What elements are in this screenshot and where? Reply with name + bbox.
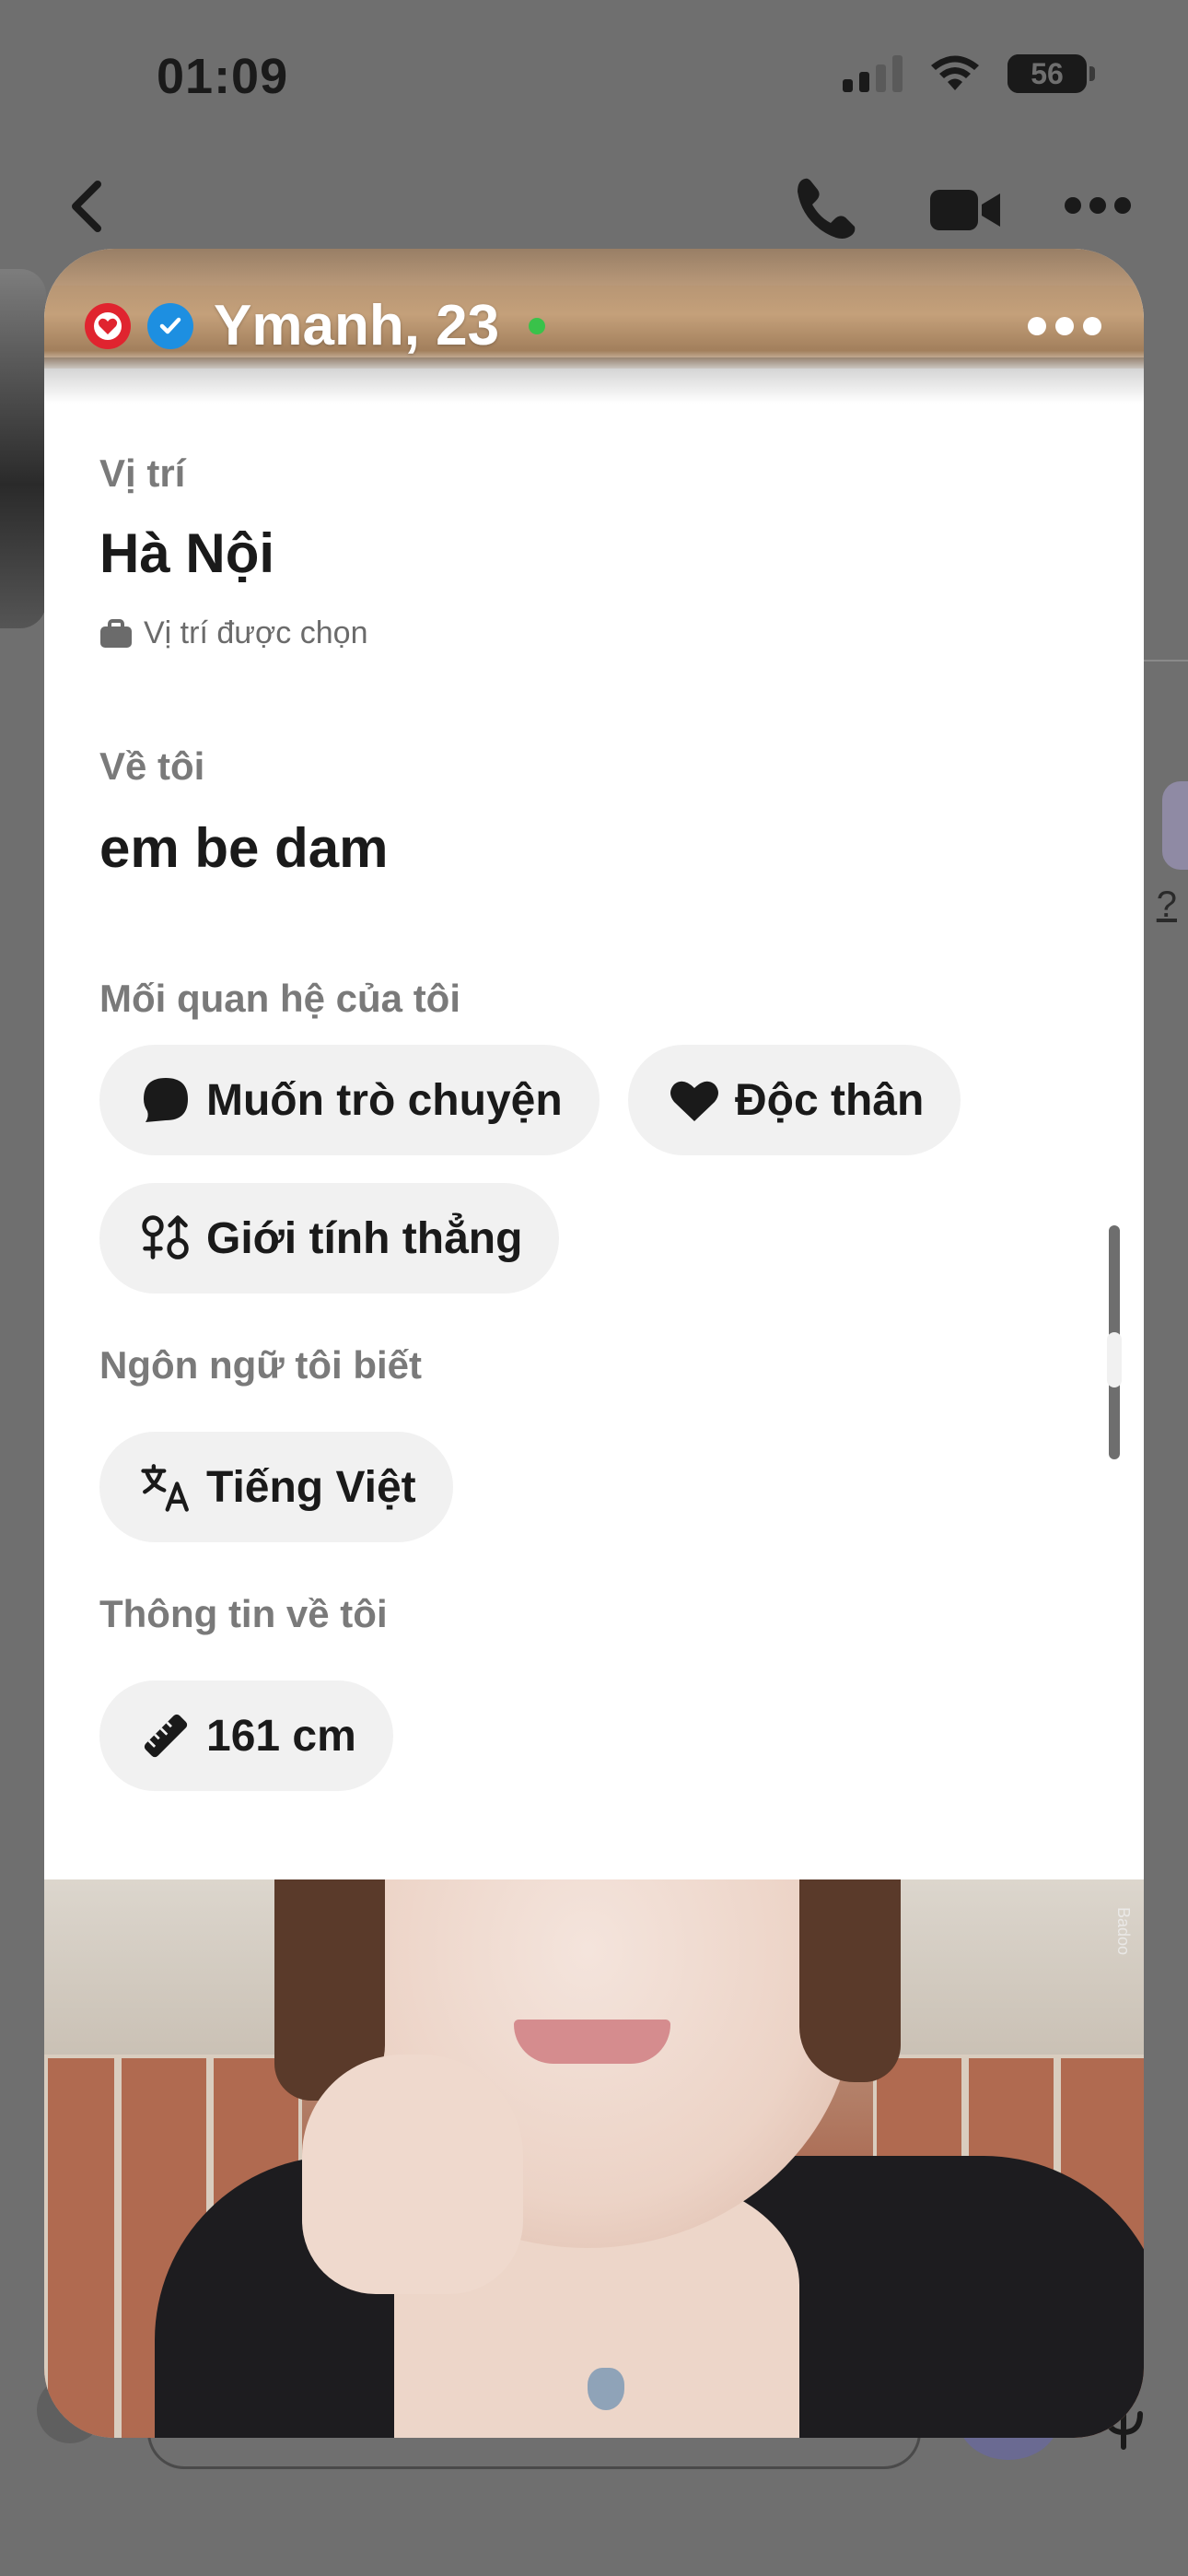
profile-card[interactable]: Ymanh, 23 Vị trí Hà Nội Vị trí được chọn… bbox=[44, 249, 1144, 2438]
info-label: Thông tin về tôi bbox=[99, 1592, 388, 1635]
about-value: em be dam bbox=[99, 817, 389, 879]
profile-photo[interactable]: Badoo bbox=[44, 1879, 1144, 2438]
heart-icon bbox=[669, 1074, 720, 1126]
location-label: Vị trí bbox=[99, 451, 186, 495]
battery-level: 56 bbox=[1031, 56, 1064, 90]
languages-label: Ngôn ngữ tôi biết bbox=[99, 1343, 423, 1387]
translate-icon bbox=[140, 1461, 192, 1513]
chip-single: Độc thân bbox=[628, 1045, 961, 1155]
status-time: 01:09 bbox=[157, 49, 289, 104]
relationship-label: Mối quan hệ của tôi bbox=[99, 977, 461, 1020]
photo-watermark: Badoo bbox=[1114, 1907, 1133, 1956]
battery-icon: 56 bbox=[1007, 54, 1095, 93]
more-horizontal-icon[interactable] bbox=[1065, 197, 1131, 214]
about-label: Về tôi bbox=[99, 744, 205, 788]
chip-height: 161 cm bbox=[99, 1680, 393, 1791]
background-message-bubble bbox=[1162, 781, 1188, 870]
location-value: Hà Nội bbox=[99, 522, 275, 584]
chip-want-to-chat: Muốn trò chuyện bbox=[99, 1045, 600, 1155]
verified-badge-icon bbox=[147, 302, 193, 349]
wifi-icon bbox=[931, 55, 979, 90]
scrollbar-thumb[interactable] bbox=[1107, 1332, 1122, 1388]
chevron-left-icon[interactable] bbox=[64, 177, 111, 236]
heart-badge-icon bbox=[85, 302, 131, 349]
online-status-dot bbox=[529, 317, 546, 334]
profile-header: Ymanh, 23 bbox=[85, 293, 546, 358]
location-note-text: Vị trí được chọn bbox=[144, 615, 368, 650]
cellular-signal-icon bbox=[843, 55, 903, 92]
chip-label: Giới tính thẳng bbox=[206, 1213, 523, 1263]
chip-straight: Giới tính thẳng bbox=[99, 1183, 560, 1294]
briefcase-icon bbox=[100, 618, 132, 648]
background-link: ? bbox=[1156, 884, 1177, 925]
background-avatar bbox=[0, 269, 46, 628]
status-icons: 56 bbox=[843, 53, 1095, 94]
background-divider bbox=[1142, 660, 1188, 662]
profile-more-icon[interactable] bbox=[1028, 317, 1101, 335]
chip-language-vietnamese: Tiếng Việt bbox=[99, 1432, 453, 1542]
location-note: Vị trí được chọn bbox=[99, 615, 367, 651]
screen: 01:09 56 ? Ymanh, 23 Vị trí Hà Nội Vị tr… bbox=[0, 0, 1188, 2576]
phone-icon[interactable] bbox=[792, 173, 862, 243]
chip-label: 161 cm bbox=[206, 1711, 356, 1761]
ruler-icon bbox=[140, 1710, 192, 1762]
chip-label: Muốn trò chuyện bbox=[206, 1075, 563, 1125]
chip-label: Tiếng Việt bbox=[206, 1462, 416, 1512]
video-camera-icon[interactable] bbox=[928, 184, 1002, 236]
gender-icon bbox=[140, 1212, 192, 1264]
profile-name-age: Ymanh, 23 bbox=[214, 294, 500, 357]
chip-label: Độc thân bbox=[735, 1075, 925, 1125]
chat-bubble-icon bbox=[140, 1074, 192, 1126]
